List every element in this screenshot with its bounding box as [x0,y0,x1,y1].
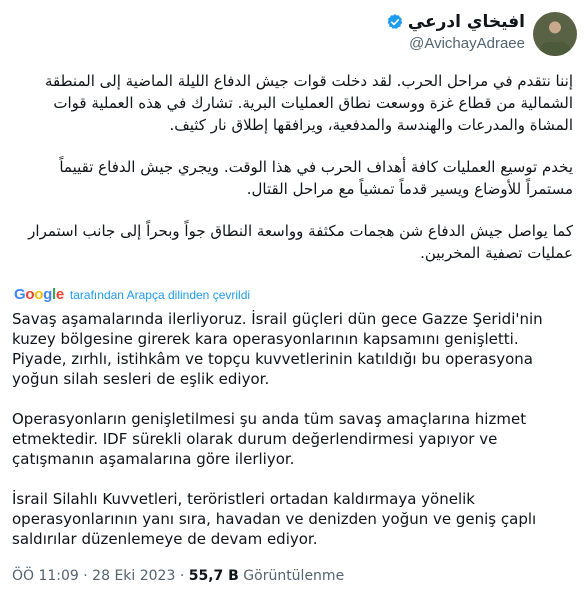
tweet-meta: ÖÖ 11:09 · 28 Eki 2023 · 55,7 B Görüntül… [12,568,344,584]
translation-attribution[interactable]: Google tarafından Arapça dilinden çevril… [14,286,250,303]
translated-tweet-text: Savaş aşamalarında ilerliyoruz. İsrail g… [12,309,576,569]
google-logo: Google [14,286,64,303]
avatar[interactable] [533,12,577,56]
views-count[interactable]: 55,7 B [189,568,239,584]
author-names[interactable]: افيخاي ادرعي @AvichayAdraee [386,12,525,52]
translated-paragraph: Operasyonların genişletilmesi şu anda tü… [12,410,527,468]
display-name-row: افيخاي ادرعي [386,12,525,32]
original-paragraph: إننا نتقدم في مراحل الحرب. لقد دخلت قوات… [45,72,573,134]
timestamp[interactable]: ÖÖ 11:09 · 28 Eki 2023 · [12,568,189,584]
avatar-uniform [539,42,571,56]
translated-paragraph: İsrail Silahlı Kuvvetleri, teröristleri … [12,490,537,548]
original-paragraph: كما يواصل جيش الدفاع شن هجمات مكثفة وواس… [28,222,573,262]
tweet-header: افيخاي ادرعي @AvichayAdraee [0,8,587,56]
verified-badge-icon[interactable] [386,13,404,31]
display-name[interactable]: افيخاي ادرعي [408,12,525,32]
tweet-card: افيخاي ادرعي @AvichayAdraee إننا نتقدم ف… [0,0,587,601]
author-handle[interactable]: @AvichayAdraee [386,35,525,52]
translated-paragraph: Savaş aşamalarında ilerliyoruz. İsrail g… [12,310,543,388]
original-paragraph: يخدم توسيع العمليات كافة أهداف الحرب في … [59,158,573,198]
original-tweet-text: إننا نتقدم في مراحل الحرب. لقد دخلت قوات… [13,70,573,284]
views-label: Görüntülenme [238,568,345,584]
translation-label[interactable]: tarafından Arapça dilinden çevrildi [70,288,250,302]
